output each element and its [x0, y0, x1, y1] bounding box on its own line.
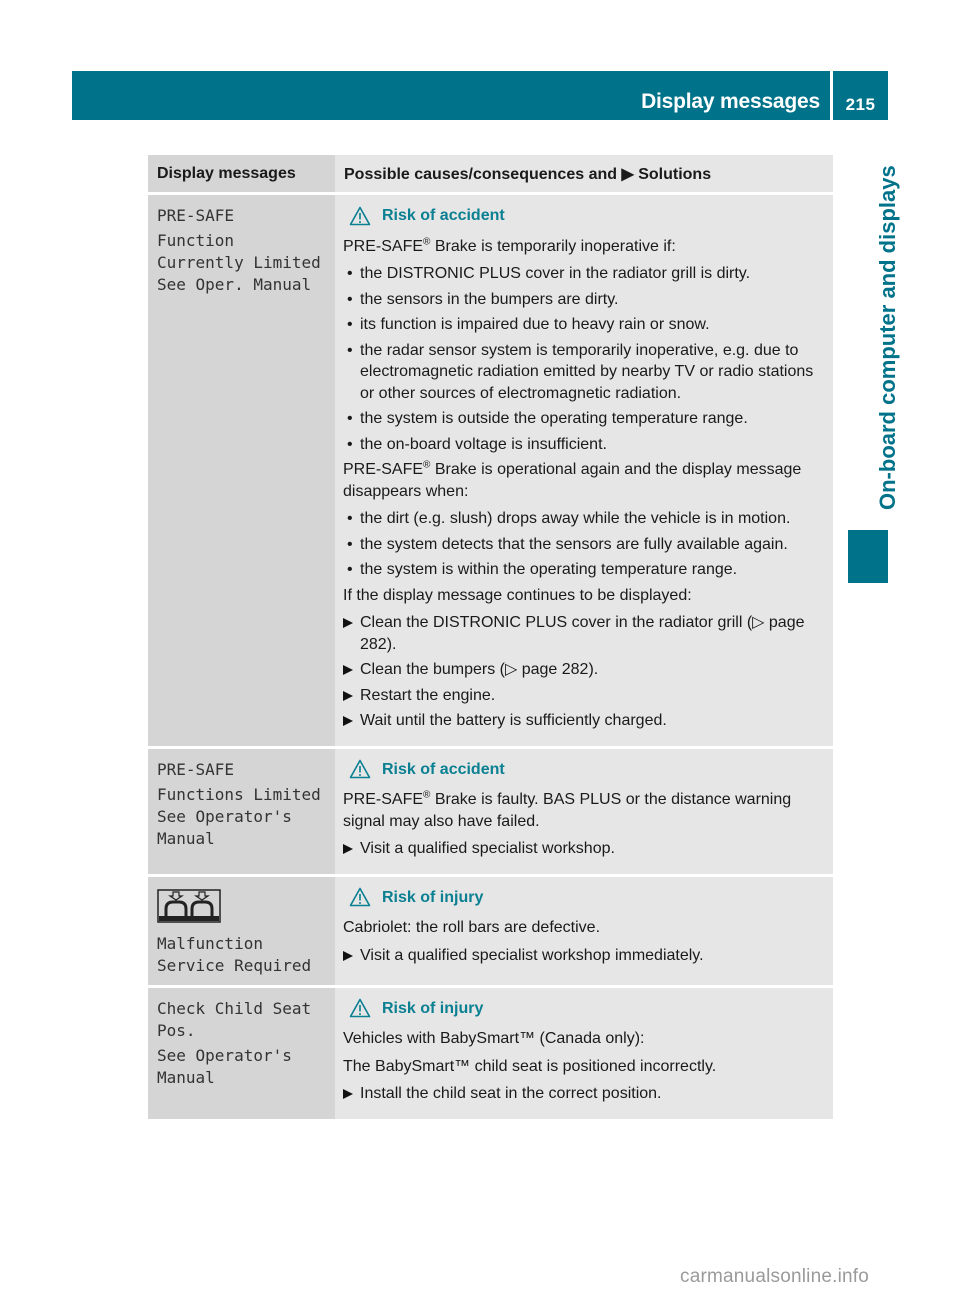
display-text: Function Currently Limited See Oper. Man…: [157, 231, 331, 294]
cause-item: the system is outside the operating temp…: [343, 408, 825, 430]
warning-heading: Risk of injury: [349, 887, 825, 909]
display-message-cell: Check Child Seat Pos. See Operator's Man…: [148, 984, 335, 1119]
column-header-display: Display messages: [148, 155, 335, 194]
condition-item: the system is within the operating tempe…: [343, 559, 825, 581]
warning-triangle-icon: [349, 887, 371, 907]
warning-heading: Risk of injury: [349, 998, 825, 1020]
intro-text: PRE-SAFE® Brake is temporarily inoperati…: [343, 236, 676, 255]
display-messages-table: Display messages Possible causes/consequ…: [148, 155, 833, 1119]
step-text: Install the child seat in the correct po…: [360, 1085, 662, 1102]
warning-label: Risk of injury: [382, 888, 484, 906]
page-number: 215: [845, 95, 876, 114]
cause-text: PRE-SAFE® Brake is faulty. BAS PLUS or t…: [343, 789, 792, 830]
warning-label: Risk of accident: [382, 760, 505, 778]
step-arrow-icon: [343, 1089, 353, 1099]
step-text: Restart the engine.: [360, 686, 496, 704]
roll-bar-icon: [157, 888, 221, 923]
solution-step: Clean the bumpers (▷ page 282).: [343, 659, 825, 681]
intro-text: If the display message continues to be d…: [343, 586, 692, 604]
condition-item: the system detects that the sensors are …: [343, 534, 825, 556]
display-message-cell: PRE-SAFE Function Currently Limited See …: [148, 192, 335, 747]
table-row: Check Child Seat Pos. See Operator's Man…: [148, 984, 833, 1119]
table-row: PRE-SAFE Functions Limited See Operator'…: [148, 745, 833, 875]
warning-triangle-icon: [349, 759, 371, 779]
step-text: Clean the DISTRONIC PLUS cover in the ra…: [360, 614, 805, 653]
display-text: See Operator's Manual: [157, 1045, 302, 1087]
step-text: Visit a qualified specialist workshop.: [360, 840, 615, 857]
page-number-box: 215: [833, 71, 888, 120]
header-bar: Display messages: [72, 71, 830, 120]
warning-triangle-icon: [349, 998, 371, 1018]
cause-text: Cabriolet: the roll bars are defective.: [343, 919, 601, 936]
condition-item: the dirt (e.g. slush) drops away while t…: [343, 508, 825, 530]
causes-cell: Risk of accident PRE-SAFE® Brake is temp…: [335, 192, 833, 747]
step-arrow-icon: [343, 844, 353, 854]
warning-label: Risk of injury: [382, 999, 484, 1017]
step-arrow-icon: [343, 618, 353, 628]
causes-cell: Risk of accident PRE-SAFE® Brake is faul…: [335, 745, 833, 875]
warning-triangle-icon: [349, 206, 371, 226]
display-message-cell: Malfunction Service Required: [148, 873, 335, 986]
solution-step: Clean the DISTRONIC PLUS cover in the ra…: [343, 612, 825, 655]
table-row: PRE-SAFE Function Currently Limited See …: [148, 192, 833, 747]
display-text: PRE-SAFE: [157, 759, 235, 779]
column-header-causes: Possible causes/consequences and ▶ Solut…: [335, 155, 833, 194]
warning-label: Risk of accident: [382, 207, 505, 224]
solution-step: Visit a qualified specialist workshop im…: [343, 945, 825, 967]
cause-item: its function is impaired due to heavy ra…: [343, 314, 825, 336]
cause-text: The BabySmart™ child seat is positioned …: [343, 1057, 717, 1075]
step-arrow-icon: [343, 665, 353, 675]
solution-step: Wait until the battery is sufficiently c…: [343, 710, 825, 732]
section-tab-label: On-board computer and displays: [875, 165, 900, 510]
table-row: Malfunction Service Required Risk of inj…: [148, 873, 833, 986]
intro-text: PRE-SAFE® Brake is operational again and…: [343, 459, 802, 500]
solution-step: Restart the engine.: [343, 685, 825, 707]
section-tab: On-board computer and displays: [848, 140, 900, 530]
cause-item: the on-board voltage is insufficient.: [343, 434, 825, 456]
table-header-row: Display messages Possible causes/consequ…: [148, 155, 833, 194]
page-title: Display messages: [641, 90, 820, 113]
step-text: Visit a qualified specialist workshop im…: [360, 946, 704, 964]
display-text: PRE-SAFE: [157, 206, 235, 225]
step-arrow-icon: [343, 716, 353, 726]
section-tab-marker: [848, 530, 888, 583]
display-text: Malfunction Service Required: [157, 933, 312, 975]
solution-step: Visit a qualified specialist workshop.: [343, 838, 825, 860]
causes-cell: Risk of injury Vehicles with BabySmart™ …: [335, 984, 833, 1119]
display-message-cell: PRE-SAFE Functions Limited See Operator'…: [148, 745, 335, 875]
display-text: Functions Limited See Operator's Manual: [157, 784, 331, 848]
display-text: Check Child Seat Pos.: [157, 998, 321, 1040]
warning-heading: Risk of accident: [349, 759, 825, 781]
cause-item: the sensors in the bumpers are dirty.: [343, 289, 825, 311]
step-text: Clean the bumpers (▷ page 282).: [360, 661, 599, 678]
step-arrow-icon: [343, 690, 353, 701]
step-text: Wait until the battery is sufficiently c…: [360, 712, 667, 729]
cause-item: the DISTRONIC PLUS cover in the radiator…: [343, 263, 825, 285]
cause-text: Vehicles with BabySmart™ (Canada only):: [343, 1030, 645, 1047]
watermark: carmanualsonline.info: [680, 1266, 870, 1287]
cause-item: the radar sensor system is temporarily i…: [343, 340, 825, 405]
step-arrow-icon: [343, 950, 353, 961]
solution-step: Install the child seat in the correct po…: [343, 1083, 825, 1105]
causes-cell: Risk of injury Cabriolet: the roll bars …: [335, 873, 833, 986]
warning-heading: Risk of accident: [349, 205, 825, 227]
